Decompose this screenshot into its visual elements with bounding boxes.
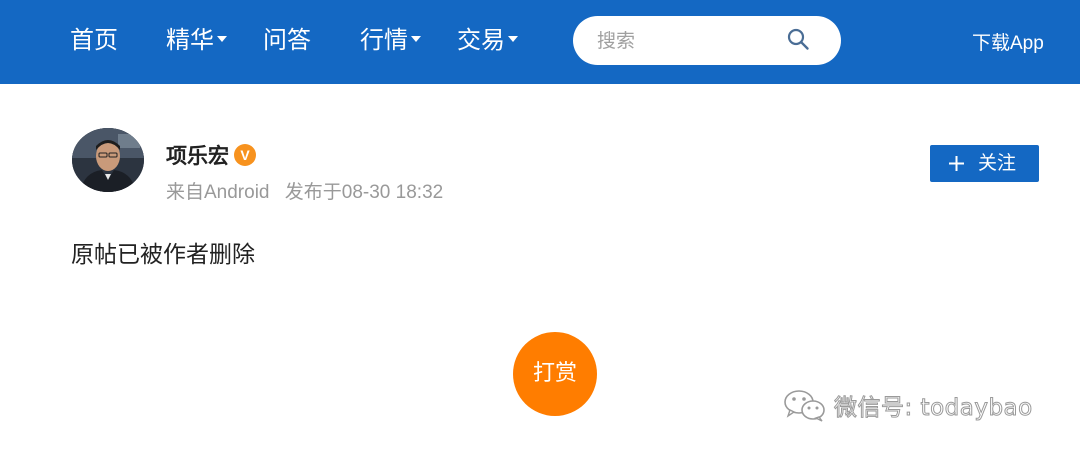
nav-trade-label: 交易 bbox=[457, 26, 505, 54]
post-meta: 来自Android 发布于08-30 18:32 bbox=[166, 177, 443, 204]
plus-icon bbox=[949, 156, 964, 171]
top-nav-bar: 首页 精华 问答 行情 交易 下载App bbox=[0, 0, 1080, 84]
follow-label: 关注 bbox=[978, 152, 1017, 174]
user-avatar-image bbox=[72, 128, 144, 192]
nav-qa[interactable]: 问答 bbox=[263, 22, 311, 58]
caret-down-icon bbox=[217, 36, 227, 42]
nav-featured-label: 精华 bbox=[166, 26, 214, 54]
caret-down-icon bbox=[508, 36, 518, 42]
verified-badge-icon: V bbox=[234, 144, 256, 166]
nav-trade[interactable]: 交易 bbox=[457, 22, 518, 58]
nav-market[interactable]: 行情 bbox=[360, 22, 421, 58]
search-input[interactable] bbox=[595, 26, 789, 56]
post-source: 来自Android bbox=[166, 182, 270, 203]
nav-market-label: 行情 bbox=[360, 26, 408, 54]
download-app-link[interactable]: 下载App bbox=[972, 28, 1044, 55]
post-content: 原帖已被作者删除 bbox=[71, 242, 255, 268]
nav-home-label: 首页 bbox=[70, 26, 118, 54]
wechat-icon bbox=[784, 390, 825, 422]
watermark-text: 微信号: todaybao bbox=[834, 395, 1033, 422]
nav-featured[interactable]: 精华 bbox=[166, 22, 227, 58]
reward-button[interactable]: 打赏 bbox=[513, 332, 597, 416]
post-timestamp: 发布于08-30 18:32 bbox=[284, 182, 444, 203]
follow-button[interactable]: 关注 bbox=[930, 145, 1039, 182]
caret-down-icon bbox=[411, 36, 421, 42]
avatar[interactable] bbox=[72, 128, 144, 192]
search-icon[interactable] bbox=[786, 27, 810, 51]
nav-home[interactable]: 首页 bbox=[70, 22, 118, 58]
author-name[interactable]: 项乐宏 bbox=[166, 140, 229, 170]
nav-qa-label: 问答 bbox=[263, 26, 311, 54]
